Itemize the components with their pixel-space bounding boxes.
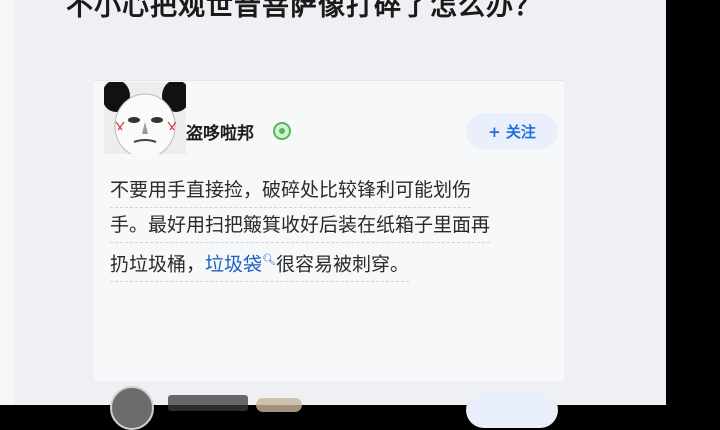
question-title: 不小心把观世音菩萨像打碎了怎么办？ bbox=[66, 0, 542, 22]
follow-button[interactable]: + 关注 bbox=[466, 113, 558, 149]
answer-text: 很容易被刺穿。 bbox=[276, 253, 410, 276]
author-name[interactable]: 盗哆啦邦 bbox=[186, 119, 254, 144]
next-answer-author[interactable] bbox=[168, 395, 248, 411]
left-frame-strip bbox=[0, 0, 14, 405]
answer-line: 不要用手直接捡，破碎处比较锋利可能划伤 bbox=[110, 173, 472, 208]
right-frame-strip bbox=[666, 0, 720, 405]
answer-line: 手。最好用扫把簸箕收好后装在纸箱子里面再 bbox=[110, 208, 491, 243]
keyword-search-link[interactable]: 垃圾袋 bbox=[205, 253, 262, 275]
search-icon[interactable]: 🔍︎ bbox=[262, 253, 276, 266]
next-follow-button[interactable] bbox=[466, 392, 558, 428]
panda-meme-avatar-icon bbox=[104, 82, 186, 154]
avatar[interactable] bbox=[104, 82, 186, 154]
answer-line-3: 扔垃圾桶，垃圾袋🔍︎很容易被刺穿。 bbox=[110, 243, 410, 283]
verified-badge-icon bbox=[273, 122, 291, 140]
answer-content: 不要用手直接捡，破碎处比较锋利可能划伤 手。最好用扫把簸箕收好后装在纸箱子里面再… bbox=[110, 173, 550, 283]
answer-text: 扔垃圾桶， bbox=[110, 253, 206, 276]
next-answer-avatar[interactable] bbox=[110, 386, 154, 430]
next-answer-badges bbox=[256, 398, 302, 412]
